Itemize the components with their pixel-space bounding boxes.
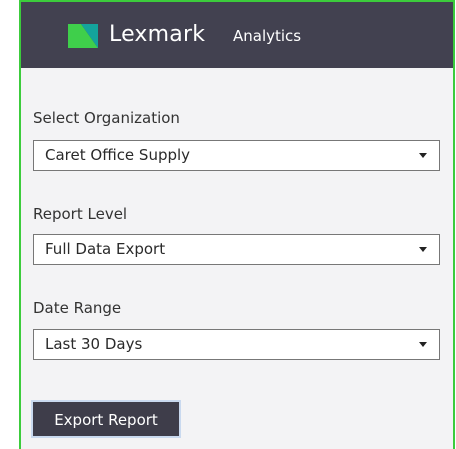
report-level-select[interactable]: Full Data Export: [33, 234, 440, 265]
organization-select[interactable]: Caret Office Supply: [33, 140, 440, 171]
brand-name: Lexmark: [109, 22, 206, 47]
app-name: Analytics: [233, 27, 302, 45]
report-level-select-value: Full Data Export: [45, 240, 166, 258]
chevron-down-icon: [419, 153, 427, 158]
date-range-label: Date Range: [33, 299, 122, 317]
organization-label: Select Organization: [33, 109, 180, 127]
report-level-label: Report Level: [33, 205, 128, 223]
chevron-down-icon: [419, 247, 427, 252]
date-range-select[interactable]: Last 30 Days: [33, 329, 440, 360]
export-report-button[interactable]: Export Report: [31, 400, 181, 438]
date-range-select-value: Last 30 Days: [45, 335, 143, 353]
analytics-panel: Lexmark Analytics Select Organization Ca…: [19, 0, 455, 449]
lexmark-logo-icon: [68, 24, 98, 48]
chevron-down-icon: [419, 342, 427, 347]
organization-select-value: Caret Office Supply: [45, 146, 191, 164]
app-header: Lexmark Analytics: [21, 2, 453, 68]
